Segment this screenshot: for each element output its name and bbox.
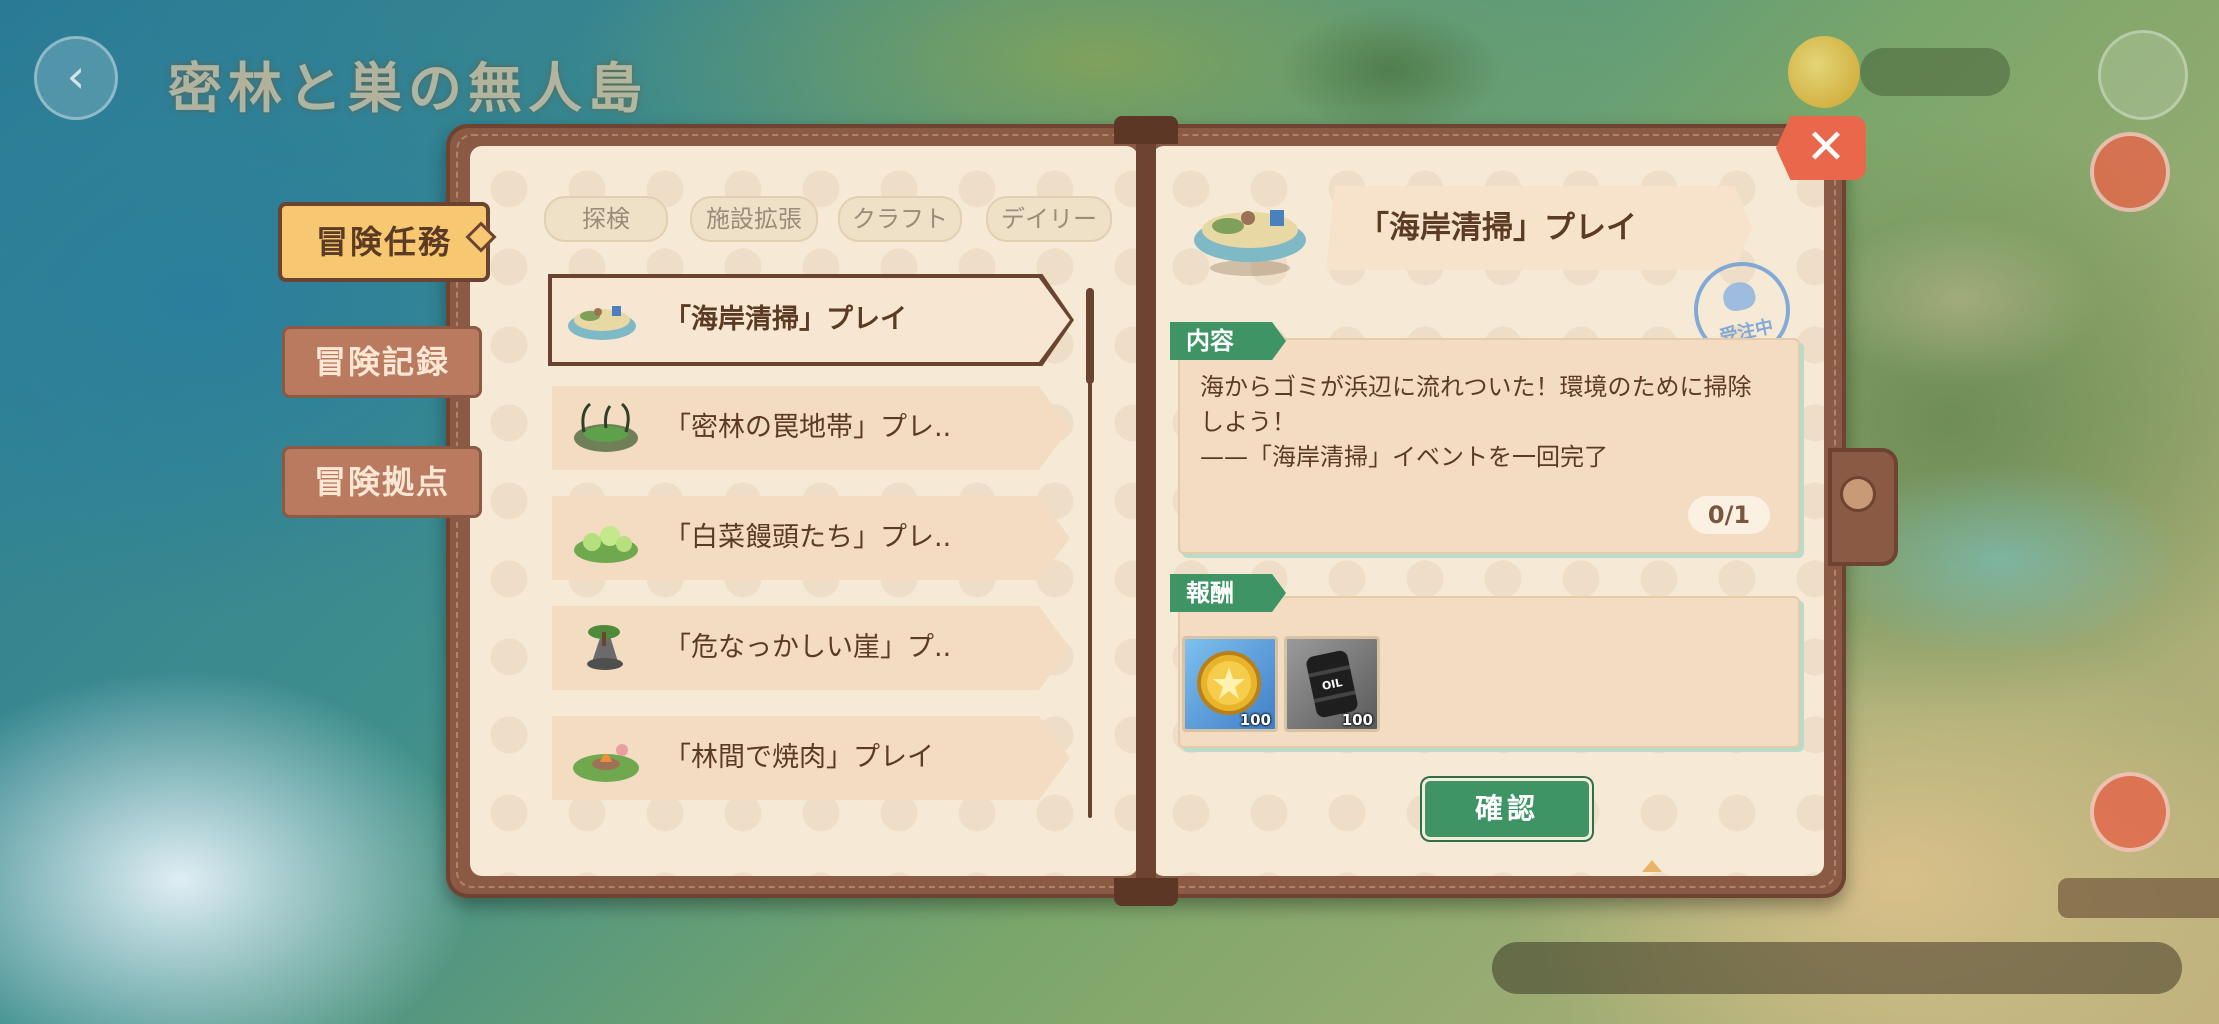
content-line: しよう！ [1200,408,1296,436]
content-line: ——「海岸清掃」イベントを一回完了 [1200,443,1608,471]
quest-list-scroll-thumb[interactable] [1086,288,1094,384]
quest-progress: 0/1 [1688,496,1770,534]
quest-label: 「危なっかしい崖」プ.. [664,632,952,663]
confirm-button[interactable]: 確認 [1422,778,1592,840]
tab-adventure-records[interactable]: 冒険記録 [282,326,482,398]
page-marker-icon [1642,860,1662,872]
quest-item-cabbage[interactable]: 「白菜饅頭たち」プレ.. [552,496,1070,580]
swamp-island-icon [574,402,638,452]
spine-cap-top [1114,116,1178,144]
campfire-island-icon [573,744,639,782]
event-icon-top[interactable] [2090,132,2170,212]
book-spine [1136,118,1156,904]
home-button[interactable] [2098,30,2188,120]
content-line: 海からゴミが浜辺に流れついた！環境のために掃除 [1200,373,1752,401]
stamp-mascot-icon [1720,279,1758,314]
quest-label: 「密林の罠地帯」プレ.. [664,412,952,443]
back-arrow-icon: ‹ [66,49,86,103]
cliff-island-icon [587,625,623,670]
beach-island-icon [1194,210,1306,276]
side-label-panel [2058,878,2219,918]
quest-item-swamp[interactable]: 「密林の罠地帯」プレ.. [552,386,1070,470]
quest-item-cliff[interactable]: 「危なっかしい崖」プ.. [552,606,1070,690]
coin-reward[interactable]: 100 [1182,636,1278,732]
back-button[interactable]: ‹ [34,36,118,120]
island-title: 密林と巣の無人島 [168,57,648,120]
coin-icon [1788,36,1860,108]
quest-label: 「白菜饅頭たち」プレ.. [664,522,952,553]
filter-tab-craft[interactable]: クラフト [838,196,962,242]
filter-tab-daily[interactable]: デイリー [986,196,1112,242]
clasp-button [1840,476,1876,512]
beach-island-icon [568,306,636,340]
quest-label: 「海岸清掃」プレイ [664,304,907,335]
reward-label: 報酬 [1170,574,1286,612]
reward-qty: 100 [1341,711,1373,729]
close-button[interactable]: ✕ [1776,116,1866,180]
close-icon: ✕ [1805,119,1847,175]
bottom-menu-bar [1492,942,2182,994]
currency-bar [1860,48,2010,96]
content-description: 海からゴミが浜辺に流れついた！環境のために掃除 しよう！ ——「海岸清掃」イベン… [1200,370,1780,475]
oil-reward[interactable]: OIL 100 [1284,636,1380,732]
filter-tab-facility[interactable]: 施設拡張 [690,196,818,242]
quest-item-selected[interactable]: 「海岸清掃」プレイ [548,274,1074,366]
detail-title: 「海岸清掃」プレイ [1358,210,1637,246]
spine-cap-bottom [1114,878,1178,906]
event-icon-bottom[interactable] [2090,772,2170,852]
tab-adventure-quests[interactable]: 冒険任務 [278,202,490,282]
tab-adventure-base[interactable]: 冒険拠点 [282,446,482,518]
content-label: 内容 [1170,322,1286,360]
reward-qty: 100 [1239,711,1271,729]
quest-label: 「林間で焼肉」プレイ [664,742,934,773]
quest-item-campfire[interactable]: 「林間で焼肉」プレイ [552,716,1070,800]
cabbage-island-icon [574,526,638,563]
filter-tab-explore[interactable]: 探検 [544,196,668,242]
